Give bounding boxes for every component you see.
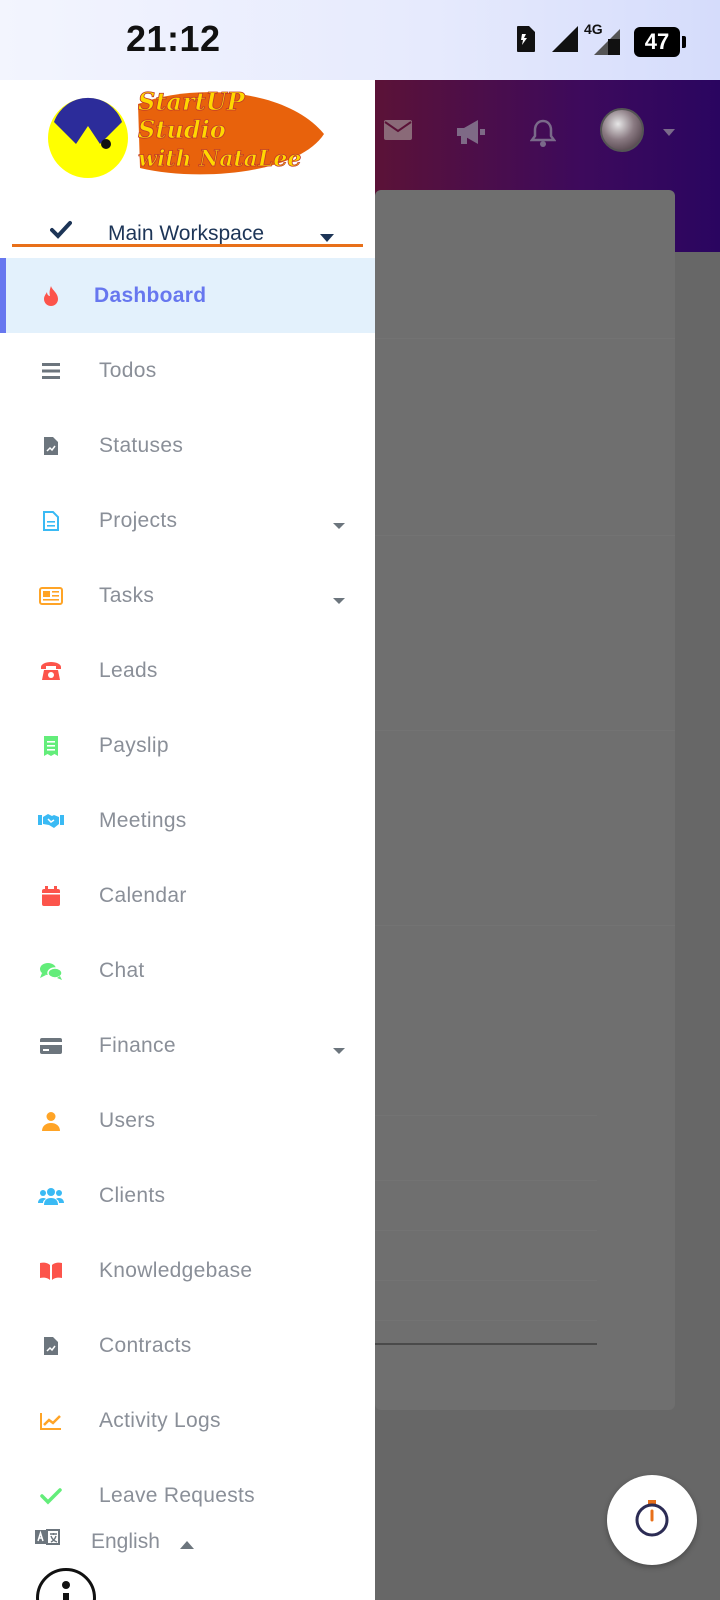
sidebar-item-projects[interactable]: Projects <box>0 483 375 558</box>
check-icon <box>50 220 72 245</box>
table-row-divider <box>375 1280 597 1281</box>
divider <box>375 535 675 536</box>
fire-icon <box>38 284 64 308</box>
sidebar-item-label: Meetings <box>99 809 187 832</box>
network-type: 4G <box>584 20 603 37</box>
user-icon <box>38 1109 64 1133</box>
sidebar-item-label: Activity Logs <box>99 1409 221 1432</box>
check-icon <box>38 1484 64 1508</box>
divider <box>375 925 675 926</box>
brand-logo[interactable]: StartUP Studio with NataLee <box>48 82 328 188</box>
signal-4g-icon: 4G <box>584 21 622 57</box>
file-signature-icon <box>38 1334 64 1358</box>
table-row-divider <box>375 1320 597 1321</box>
workspace-underline <box>12 244 363 247</box>
language-icon <box>34 1528 60 1551</box>
chevron-down-icon <box>333 592 345 610</box>
sidebar-item-label: Todos <box>99 359 157 382</box>
logo-text-line2: Studio <box>138 115 226 144</box>
sidebar-item-statuses[interactable]: Statuses <box>0 408 375 483</box>
language-selector[interactable]: English <box>0 1520 375 1570</box>
newspaper-icon <box>38 584 64 608</box>
sidebar-item-todos[interactable]: Todos <box>0 333 375 408</box>
status-time: 21:12 <box>126 18 221 59</box>
chart-line-icon <box>38 1409 64 1433</box>
sidebar-item-label: Chat <box>99 959 145 982</box>
sidebar-item-users[interactable]: Users <box>0 1083 375 1158</box>
sidebar-item-label: Tasks <box>99 584 155 607</box>
handshake-icon <box>38 809 64 833</box>
status-bar: 21:12 4G 47 <box>0 0 720 80</box>
stopwatch-icon <box>634 1499 670 1542</box>
sidebar-item-label: Finance <box>99 1034 176 1057</box>
calendar-icon <box>38 884 64 908</box>
info-icon[interactable] <box>36 1568 96 1600</box>
sidebar-item-label: Statuses <box>99 434 184 457</box>
bell-icon[interactable] <box>529 118 557 153</box>
divider <box>375 338 675 339</box>
chevron-up-icon <box>180 1536 194 1554</box>
workspace-label: Main Workspace <box>108 222 265 245</box>
avatar[interactable] <box>600 108 644 152</box>
receipt-icon <box>38 734 64 758</box>
timer-button[interactable] <box>607 1475 697 1565</box>
chevron-down-icon <box>333 1042 345 1060</box>
sidebar-item-meetings[interactable]: Meetings <box>0 783 375 858</box>
sidebar-item-label: Contracts <box>99 1334 192 1357</box>
sidebar-item-label: Payslip <box>99 734 169 757</box>
sidebar-item-label: Leave Requests <box>99 1484 255 1507</box>
table-row-divider <box>375 1180 597 1181</box>
file-chart-icon <box>38 434 64 458</box>
sidebar-item-label: Users <box>99 1109 156 1132</box>
comments-icon <box>38 959 64 983</box>
divider <box>375 730 675 731</box>
sidebar-item-dashboard[interactable]: Dashboard <box>0 258 375 333</box>
sidebar-item-chat[interactable]: Chat <box>0 933 375 1008</box>
sidebar-item-tasks[interactable]: Tasks <box>0 558 375 633</box>
list-icon <box>38 359 64 383</box>
book-icon <box>38 1259 64 1283</box>
sidebar-item-label: Leads <box>99 659 158 682</box>
sidebar-item-knowledgebase[interactable]: Knowledgebase <box>0 1233 375 1308</box>
sidebar-item-label: Dashboard <box>94 284 207 307</box>
status-icons: 4G 47 <box>514 21 686 59</box>
signal-icon <box>550 24 580 59</box>
logo-text-line3: with NataLee <box>138 146 301 172</box>
megaphone-icon[interactable] <box>455 118 487 151</box>
sim-icon <box>514 25 538 58</box>
battery-level: 47 <box>644 28 670 54</box>
sidebar-item-leads[interactable]: Leads <box>0 633 375 708</box>
sidebar-item-calendar[interactable]: Calendar <box>0 858 375 933</box>
chevron-down-icon[interactable] <box>663 124 675 142</box>
sidebar-item-contracts[interactable]: Contracts <box>0 1308 375 1383</box>
envelope-icon[interactable] <box>383 118 413 147</box>
phone-icon <box>38 659 64 683</box>
table-row-divider <box>375 1230 597 1231</box>
sidebar-item-finance[interactable]: Finance <box>0 1008 375 1083</box>
table-row-divider <box>375 1115 597 1116</box>
sidebar-item-activity-logs[interactable]: Activity Logs <box>0 1383 375 1458</box>
users-icon <box>38 1184 64 1208</box>
sidebar-drawer: StartUP Studio with NataLee Main Workspa… <box>0 80 375 1600</box>
sidebar-menu: Dashboard Todos Statuses Projects Tasks … <box>0 258 375 1533</box>
sidebar-item-payslip[interactable]: Payslip <box>0 708 375 783</box>
sidebar-item-label: Projects <box>99 509 178 532</box>
battery-icon: 47 <box>634 26 686 57</box>
credit-card-icon <box>38 1034 64 1058</box>
content-card <box>375 190 675 1410</box>
file-icon <box>38 509 64 533</box>
sidebar-item-label: Knowledgebase <box>99 1259 253 1282</box>
sidebar-item-label: Calendar <box>99 884 187 907</box>
table-bottom-line <box>375 1343 597 1345</box>
sidebar-item-label: Clients <box>99 1184 166 1207</box>
chevron-down-icon <box>333 517 345 535</box>
sidebar-item-clients[interactable]: Clients <box>0 1158 375 1233</box>
language-label: English <box>91 1530 160 1553</box>
logo-text-line1: StartUP <box>138 87 246 116</box>
